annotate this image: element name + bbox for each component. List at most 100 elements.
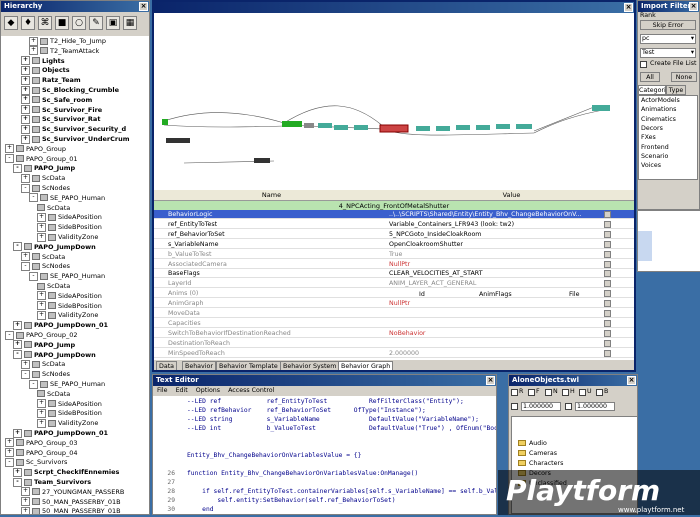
expand-icon[interactable]: +	[37, 408, 46, 418]
menu-file[interactable]: File	[157, 387, 168, 394]
tree-node[interactable]: + Sc_Survivor_Rat	[21, 114, 100, 124]
graph-node[interactable]	[162, 119, 168, 125]
tree-node[interactable]: ScData	[37, 281, 70, 291]
all-button[interactable]: All	[640, 72, 660, 82]
tree-node[interactable]: + ScData	[21, 173, 65, 183]
code-line[interactable]: end	[187, 506, 213, 513]
category-item[interactable]: Voices	[641, 162, 661, 170]
expand-icon[interactable]: +	[29, 36, 38, 46]
expand-icon[interactable]: +	[21, 124, 30, 134]
tree-node[interactable]: +50_MAN_PASSERBY_01B	[21, 506, 121, 514]
tree-node[interactable]: + SideAPosition	[37, 291, 102, 301]
tree-node[interactable]: + Lights	[21, 56, 65, 66]
expand-icon[interactable]: +	[21, 114, 30, 124]
collapse-icon[interactable]: -	[5, 154, 14, 164]
tree-node[interactable]: + PAPO_Jump	[13, 340, 75, 350]
tab-behavior-template[interactable]: Behavior Template	[216, 361, 281, 370]
collapse-icon[interactable]: -	[13, 163, 22, 173]
property-value[interactable]: OpenCloakroomShutter	[389, 240, 609, 249]
link-icon[interactable]: ⌘	[38, 16, 52, 30]
category-item[interactable]: FXes	[641, 134, 656, 142]
flag-checkbox[interactable]	[545, 389, 552, 396]
expand-icon[interactable]: +	[13, 320, 22, 330]
close-icon[interactable]: ×	[486, 376, 495, 385]
dropdown-icon[interactable]	[604, 220, 611, 228]
tree-node[interactable]: - SE_PAPO_Human	[29, 379, 105, 389]
close-icon[interactable]: ×	[627, 376, 636, 385]
graph-node[interactable]	[436, 126, 450, 131]
collapse-icon[interactable]: -	[21, 183, 30, 193]
category-item[interactable]: Decors	[641, 125, 663, 133]
menu-edit[interactable]: Edit	[176, 387, 188, 394]
tree-node[interactable]: ScData	[37, 389, 70, 399]
dropdown-icon[interactable]	[604, 300, 611, 308]
tree-node[interactable]: - SE_PAPO_Human	[29, 193, 105, 203]
property-row[interactable]: b_ValueToTest True	[154, 250, 634, 259]
tab-categories[interactable]: Categories	[638, 85, 673, 95]
category-item[interactable]: Frontend	[641, 144, 669, 152]
grid-icon[interactable]: ▦	[123, 16, 137, 30]
property-value[interactable]: NullPtr	[389, 299, 609, 308]
scale-checkbox-2[interactable]	[565, 403, 572, 410]
expand-icon[interactable]: +	[13, 428, 22, 438]
property-row[interactable]: ref_BehaviorToSet 5_NPCGoto_InsideCloakRo…	[154, 230, 634, 239]
collapse-icon[interactable]: -	[29, 193, 38, 203]
menu-options[interactable]: Options	[196, 387, 220, 394]
dropdown-icon[interactable]	[604, 329, 611, 337]
graph-node[interactable]	[166, 138, 190, 143]
code-line[interactable]: function Entity_Bhv_ChangeBehaviorOnVari…	[187, 470, 418, 477]
tree-node[interactable]: + SideAPosition	[37, 212, 102, 222]
expand-icon[interactable]: +	[5, 438, 14, 448]
skip-error-button[interactable]: Skip Error	[640, 20, 696, 30]
expand-icon[interactable]: +	[21, 173, 30, 183]
collapse-icon[interactable]: -	[29, 271, 38, 281]
expand-icon[interactable]: +	[5, 144, 14, 154]
filter-icon[interactable]: ○	[72, 16, 86, 30]
value-field-2[interactable]: 1.000000	[575, 402, 615, 411]
dropdown-icon[interactable]	[604, 270, 611, 278]
property-row[interactable]: SwitchToBehaviorIfDestinationReached NoBe…	[154, 329, 634, 338]
category-item[interactable]: Scenario	[641, 153, 668, 161]
flag-checkbox[interactable]	[579, 389, 586, 396]
expand-icon[interactable]: +	[21, 105, 30, 115]
property-value[interactable]: NoBehavior	[389, 329, 609, 338]
tree-node[interactable]: - PAPO_JumpDown	[13, 242, 96, 252]
tree-node[interactable]: - Sc_Survivors	[5, 457, 67, 467]
collapse-icon[interactable]: -	[29, 379, 38, 389]
tree-node[interactable]: + Scrpt_CheckIfEnnemies	[13, 467, 119, 477]
tree-node[interactable]: + Sc_Safe_room	[21, 95, 92, 105]
folder-item[interactable]: Audio	[518, 439, 547, 448]
graph-node[interactable]	[282, 121, 302, 127]
property-value[interactable]: True	[389, 250, 609, 259]
tree-node[interactable]: + ValidityZone	[37, 310, 98, 320]
tree-node[interactable]: + Sc_Blocking_Crumble	[21, 85, 119, 95]
expand-icon[interactable]: +	[21, 85, 30, 95]
property-row[interactable]: DestinationToReach	[154, 339, 634, 348]
expand-icon[interactable]: +	[37, 291, 46, 301]
scale-checkbox[interactable]	[511, 403, 518, 410]
tree-node[interactable]: + ScData	[21, 359, 65, 369]
menu-access-control[interactable]: Access Control	[228, 387, 274, 394]
graph-node[interactable]	[304, 123, 314, 128]
expand-icon[interactable]: +	[21, 95, 30, 105]
expand-icon[interactable]: +	[37, 212, 46, 222]
tree-node[interactable]: + SideBPosition	[37, 408, 102, 418]
graph-node[interactable]	[476, 125, 490, 130]
tree-node[interactable]: +27_YOUNGMAN_PASSERB	[21, 487, 124, 497]
selected-graph-node[interactable]	[379, 124, 409, 133]
graph-node[interactable]	[592, 105, 610, 111]
property-value[interactable]: ..\..\SCRIPTS\Shared\Entity\Entity_Bhv_C…	[389, 210, 609, 219]
tree-node[interactable]: - PAPO_Jump	[13, 163, 75, 173]
flag-checkbox[interactable]	[562, 389, 569, 396]
property-value[interactable]: ANIM_LAYER_ACT_GENERAL	[389, 279, 609, 288]
tree-node[interactable]: ScData	[37, 203, 70, 213]
tree-node[interactable]: - SE_PAPO_Human	[29, 271, 105, 281]
tree-node[interactable]: + PAPO_JumpDown_01	[13, 428, 108, 438]
graph-node[interactable]	[516, 124, 532, 129]
dropdown-icon[interactable]	[604, 319, 611, 327]
graph-node[interactable]	[416, 126, 430, 131]
tree-node[interactable]: + Sc_Survivor_Fire	[21, 105, 102, 115]
property-value[interactable]: NullPtr	[389, 260, 609, 269]
flag-checkbox[interactable]	[511, 389, 518, 396]
expand-icon[interactable]: +	[37, 399, 46, 409]
